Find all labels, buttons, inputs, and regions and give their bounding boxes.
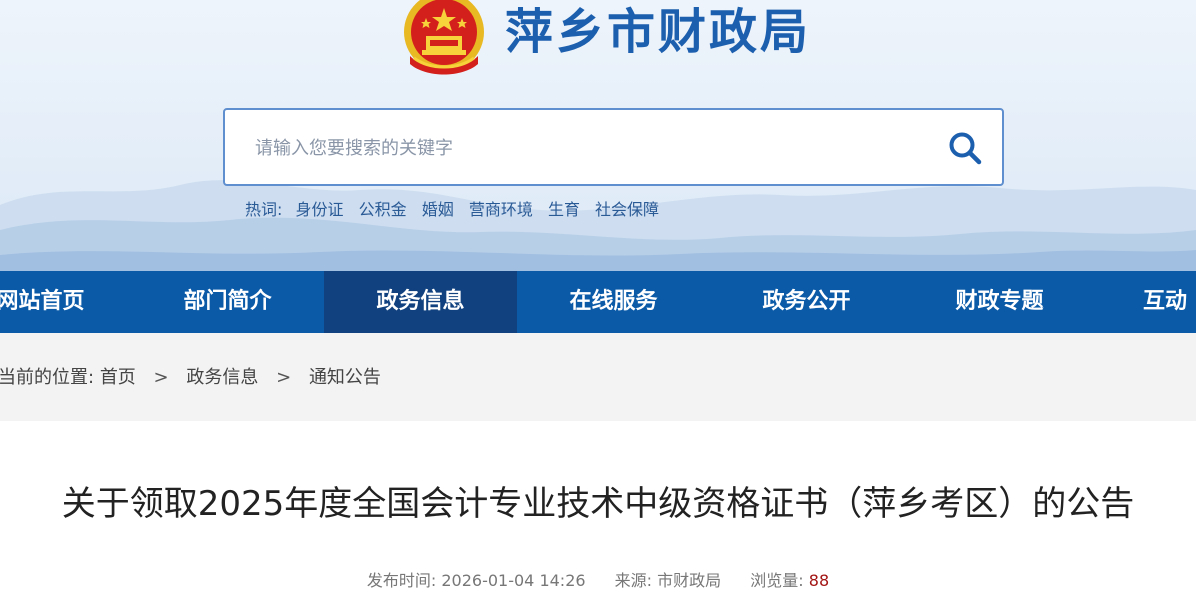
breadcrumb-government-info[interactable]: 政务信息 [186, 367, 258, 388]
hotword-link[interactable]: 婚姻 [422, 200, 454, 219]
breadcrumb-home[interactable]: 首页 [100, 367, 136, 388]
breadcrumb-bar: 当前的位置: 首页 > 政务信息 > 通知公告 [0, 333, 1196, 421]
views-label: 浏览量: [750, 571, 804, 590]
article-source: 来源: 市财政局 [615, 571, 727, 590]
breadcrumb-notices[interactable]: 通知公告 [309, 367, 381, 388]
national-emblem-icon [396, 0, 492, 78]
hotwords-label: 热词: [245, 200, 283, 219]
search-icon [949, 132, 982, 165]
nav-item-online-services[interactable]: 在线服务 [517, 271, 710, 333]
hotword-link[interactable]: 社会保障 [595, 200, 659, 219]
nav-item-interaction[interactable]: 互动 [1096, 271, 1196, 333]
header-banner: 萍乡市财政局 热词: 身份证 公积金 婚姻 营商环境 生育 社会保障 [0, 0, 1196, 271]
article-meta: 发布时间: 2026-01-04 14:26 来源: 市财政局 浏览量: 88 [0, 570, 1196, 592]
search-button[interactable] [940, 124, 990, 172]
nav-item-public-affairs[interactable]: 政务公开 [710, 271, 903, 333]
search-input[interactable] [255, 128, 935, 168]
nav-item-home[interactable]: 网站首页 [0, 271, 137, 333]
main-nav: 网站首页 部门简介 政务信息 在线服务 政务公开 财政专题 互动 [0, 271, 1196, 333]
article-title: 关于领取2025年度全国会计专业技术中级资格证书（萍乡考区）的公告 [61, 484, 1135, 524]
breadcrumb-separator: > [276, 367, 292, 388]
source-value: 市财政局 [657, 571, 722, 590]
hotword-link[interactable]: 身份证 [296, 200, 344, 219]
search-box [223, 108, 1004, 186]
hotword-link[interactable]: 营商环境 [469, 200, 533, 219]
publish-time-label: 发布时间: [366, 571, 437, 590]
hotword-link[interactable]: 生育 [548, 200, 580, 219]
breadcrumb-separator: > [153, 367, 169, 388]
hotword-link[interactable]: 公积金 [359, 200, 407, 219]
nav-item-government-info[interactable]: 政务信息 [324, 271, 517, 333]
views-value: 88 [808, 571, 830, 590]
nav-item-finance-topics[interactable]: 财政专题 [903, 271, 1096, 333]
breadcrumb-label: 当前的位置: [0, 367, 95, 388]
source-label: 来源: [614, 571, 653, 590]
page: 萍乡市财政局 热词: 身份证 公积金 婚姻 营商环境 生育 社会保障 网站首页 … [0, 0, 1196, 594]
hotwords: 热词: 身份证 公积金 婚姻 营商环境 生育 社会保障 [245, 198, 669, 222]
site-title: 萍乡市财政局 [505, 4, 812, 60]
breadcrumb: 当前的位置: 首页 > 政务信息 > 通知公告 [0, 365, 381, 391]
view-count: 浏览量: 88 [750, 571, 829, 590]
publish-time: 发布时间: 2026-01-04 14:26 [367, 571, 591, 590]
publish-time-value: 2026-01-04 14:26 [441, 571, 586, 590]
nav-item-department-intro[interactable]: 部门简介 [131, 271, 324, 333]
